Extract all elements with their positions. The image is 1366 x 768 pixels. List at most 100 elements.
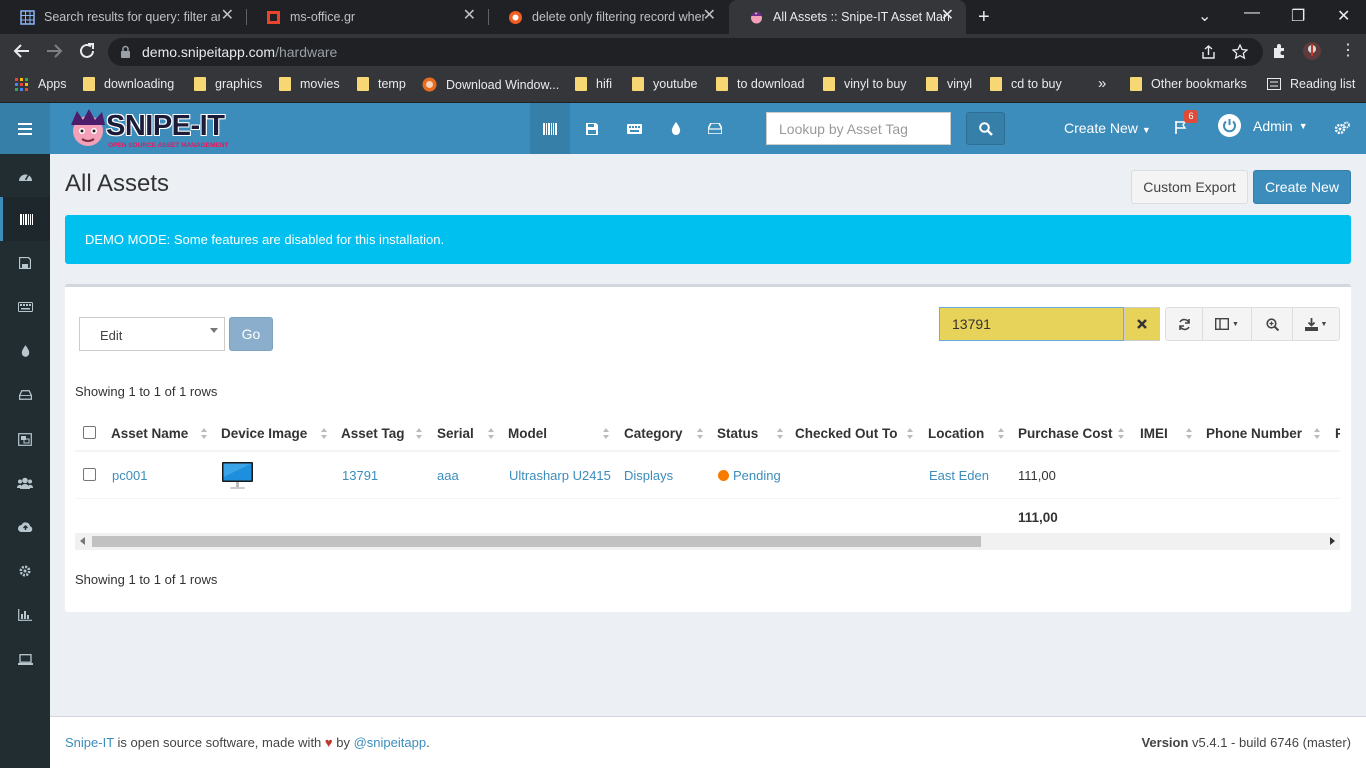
sort-icon[interactable]: [1314, 428, 1320, 440]
bookmark-folder-youtube[interactable]: youtube: [632, 77, 697, 91]
sort-icon[interactable]: [488, 428, 494, 440]
column-header-truncated[interactable]: F: [1335, 426, 1340, 441]
bookmark-apps[interactable]: Apps: [15, 77, 67, 91]
nav-assets-button[interactable]: [530, 103, 570, 154]
custom-export-button[interactable]: Custom Export: [1131, 170, 1248, 204]
minimize-icon[interactable]: —: [1244, 4, 1260, 22]
sort-icon[interactable]: [201, 428, 207, 440]
user-menu[interactable]: Admin ▼: [1218, 114, 1308, 137]
sort-icon[interactable]: [907, 428, 913, 440]
tab-search-chevron-icon[interactable]: ⌄: [1198, 6, 1211, 26]
browser-tab-ms-office[interactable]: ms-office.gr ✕: [246, 0, 488, 34]
close-tab-icon[interactable]: ✕: [703, 8, 716, 24]
sidebar-item-people[interactable]: [0, 461, 50, 505]
settings-cogs-icon[interactable]: [1334, 121, 1350, 135]
lookup-search-button[interactable]: [966, 112, 1005, 145]
sidebar-item-requestable[interactable]: [0, 637, 50, 681]
browser-tab-delete-filtering[interactable]: delete only filtering record when ✕: [488, 0, 728, 34]
bookmark-folder-vinyl[interactable]: vinyl: [926, 77, 972, 91]
horizontal-scrollbar[interactable]: [75, 533, 1340, 550]
scroll-right-arrow-icon[interactable]: [1330, 537, 1335, 545]
snipeit-logo[interactable]: SNIPE-IT OPEN SOURCE ASSET MANAGEMENT: [68, 107, 248, 151]
sort-icon[interactable]: [998, 428, 1004, 440]
bookmark-download-windows[interactable]: Download Window...: [422, 77, 559, 92]
browser-menu-kebab-icon[interactable]: ⋮: [1340, 40, 1356, 60]
select-all-checkbox[interactable]: [83, 426, 96, 439]
clear-search-button[interactable]: [1124, 307, 1160, 341]
category-link[interactable]: Displays: [624, 468, 673, 483]
export-dropdown-button[interactable]: ▼: [1292, 307, 1340, 341]
column-header-device-image[interactable]: Device Image: [221, 426, 307, 441]
bookmarks-overflow-chevron[interactable]: »: [1098, 75, 1106, 92]
column-header-imei[interactable]: IMEI: [1140, 426, 1168, 441]
status-label[interactable]: Pending: [718, 468, 781, 483]
profile-avatar-icon[interactable]: [1302, 41, 1322, 61]
column-header-status[interactable]: Status: [717, 426, 758, 441]
column-header-asset-name[interactable]: Asset Name: [111, 426, 188, 441]
restore-icon[interactable]: ❐: [1291, 6, 1305, 26]
column-header-checked-out-to[interactable]: Checked Out To: [795, 426, 898, 441]
nav-consumables-button[interactable]: [656, 103, 696, 154]
bookmark-folder-to-download[interactable]: to download: [716, 77, 804, 91]
columns-toggle-button[interactable]: ▼: [1202, 307, 1252, 341]
column-header-model[interactable]: Model: [508, 426, 547, 441]
asset-tag-link[interactable]: 13791: [342, 468, 378, 483]
nav-licenses-button[interactable]: [572, 103, 612, 154]
bookmark-folder-movies[interactable]: movies: [279, 77, 340, 91]
column-header-location[interactable]: Location: [928, 426, 984, 441]
reload-icon[interactable]: [78, 42, 96, 60]
model-link[interactable]: Ultrasharp U2415: [509, 468, 611, 483]
sort-icon[interactable]: [603, 428, 609, 440]
sidebar-item-accessories[interactable]: [0, 285, 50, 329]
lock-icon[interactable]: [120, 45, 131, 59]
column-header-purchase-cost[interactable]: Purchase Cost: [1018, 426, 1113, 441]
close-tab-icon[interactable]: ✕: [221, 8, 234, 24]
column-header-asset-tag[interactable]: Asset Tag: [341, 426, 405, 441]
sidebar-item-dashboard[interactable]: [0, 154, 50, 198]
browser-tab-search-results[interactable]: Search results for query: filter and ✕: [0, 0, 246, 34]
sidebar-item-import[interactable]: [0, 505, 50, 549]
extensions-puzzle-icon[interactable]: [1271, 42, 1288, 59]
sidebar-toggle-button[interactable]: [0, 103, 50, 154]
device-image-monitor[interactable]: [221, 461, 254, 491]
location-link[interactable]: East Eden: [929, 468, 989, 483]
bookmark-folder-hifi[interactable]: hifi: [575, 77, 612, 91]
bookmark-folder-vinyl-to-buy[interactable]: vinyl to buy: [823, 77, 907, 91]
bulk-go-button[interactable]: Go: [229, 317, 273, 351]
snipeitapp-link[interactable]: @snipeitapp: [354, 735, 426, 750]
create-new-asset-button[interactable]: Create New: [1253, 170, 1351, 204]
scrollbar-thumb[interactable]: [92, 536, 981, 547]
advanced-search-button[interactable]: [1251, 307, 1293, 341]
forward-arrow-icon[interactable]: [45, 42, 63, 60]
sidebar-item-settings[interactable]: [0, 549, 50, 593]
column-header-serial[interactable]: Serial: [437, 426, 474, 441]
bookmark-folder-downloading[interactable]: downloading: [83, 77, 174, 91]
asset-name-link[interactable]: pc001: [112, 468, 147, 483]
snipeit-link[interactable]: Snipe-IT: [65, 735, 114, 750]
back-arrow-icon[interactable]: [13, 42, 31, 60]
create-new-dropdown[interactable]: Create New ▼: [1064, 120, 1151, 136]
bookmark-folder-graphics[interactable]: graphics: [194, 77, 262, 91]
nav-accessories-button[interactable]: [614, 103, 654, 154]
refresh-table-button[interactable]: [1165, 307, 1203, 341]
status-link[interactable]: Pending: [733, 468, 781, 483]
close-tab-icon[interactable]: ✕: [463, 8, 476, 24]
address-bar[interactable]: demo.snipeitapp.com/hardware: [108, 38, 1263, 66]
sidebar-item-kits[interactable]: [0, 417, 50, 461]
sidebar-item-assets[interactable]: [0, 197, 50, 241]
sidebar-item-components[interactable]: [0, 373, 50, 417]
row-select-checkbox[interactable]: [83, 468, 96, 481]
sidebar-item-reports[interactable]: [0, 593, 50, 637]
bookmark-folder-cd-to-buy[interactable]: cd to buy: [990, 77, 1062, 91]
sidebar-item-consumables[interactable]: [0, 329, 50, 373]
share-icon[interactable]: [1201, 45, 1216, 60]
asset-tag-lookup-input[interactable]: [766, 112, 951, 145]
reading-list-button[interactable]: Reading list: [1267, 77, 1355, 91]
sort-icon[interactable]: [1186, 428, 1192, 440]
close-window-icon[interactable]: ✕: [1337, 6, 1350, 26]
sort-icon[interactable]: [321, 428, 327, 440]
bookmark-folder-other[interactable]: Other bookmarks: [1130, 77, 1247, 91]
sort-icon[interactable]: [777, 428, 783, 440]
sort-icon[interactable]: [416, 428, 422, 440]
close-tab-icon[interactable]: ✕: [941, 8, 954, 24]
